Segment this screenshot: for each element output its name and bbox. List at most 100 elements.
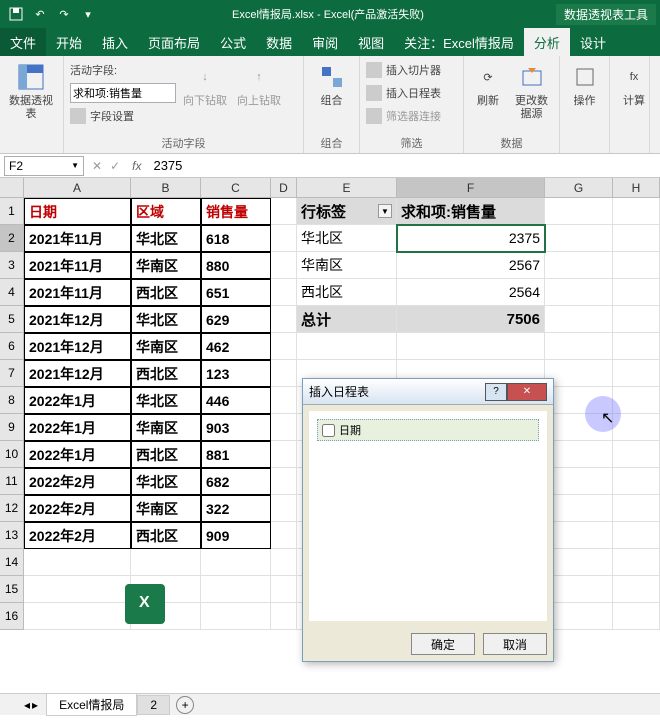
menu-analyze[interactable]: 分析 [524,28,570,56]
data-date[interactable]: 2022年1月 [24,441,131,468]
row-header[interactable]: 6 [0,333,24,360]
data-sales[interactable]: 123 [201,360,271,387]
pivot-row-label[interactable]: 华南区 [297,252,397,279]
col-header[interactable]: E [297,178,397,198]
row-header[interactable]: 5 [0,306,24,333]
data-sales[interactable]: 909 [201,522,271,549]
col-header[interactable]: F [397,178,545,198]
add-sheet-button[interactable]: + [176,696,194,714]
data-region[interactable]: 华南区 [131,495,201,522]
qat-dropdown-icon[interactable]: ▾ [76,3,100,25]
cell[interactable] [545,522,613,549]
row-header[interactable]: 4 [0,279,24,306]
row-header[interactable]: 3 [0,252,24,279]
data-sales[interactable]: 618 [201,225,271,252]
cell[interactable] [545,495,613,522]
cell[interactable] [545,576,613,603]
row-header[interactable]: 14 [0,549,24,576]
cell[interactable] [545,198,613,225]
pivot-table-button[interactable]: 数据透视表 [6,59,56,123]
menu-file[interactable]: 文件 [0,28,46,56]
menu-home[interactable]: 开始 [46,28,92,56]
data-region[interactable]: 华南区 [131,252,201,279]
menu-view[interactable]: 视图 [348,28,394,56]
cell[interactable] [613,360,660,387]
data-date[interactable]: 2021年11月 [24,252,131,279]
col-header[interactable]: H [613,178,660,198]
data-region[interactable]: 华北区 [131,387,201,414]
dialog-titlebar[interactable]: 插入日程表 ? ✕ [303,379,553,405]
pivot-value[interactable]: 2564 [397,279,545,306]
data-sales[interactable]: 682 [201,468,271,495]
data-date[interactable]: 2022年2月 [24,495,131,522]
data-sales[interactable]: 880 [201,252,271,279]
menu-formulas[interactable]: 公式 [210,28,256,56]
field-settings-button[interactable]: 字段设置 [70,105,176,127]
refresh-button[interactable]: ⟳ 刷新 [470,59,506,110]
cell[interactable] [271,306,297,333]
pivot-row-label[interactable]: 华北区 [297,225,397,252]
data-sales[interactable]: 629 [201,306,271,333]
cell[interactable] [271,468,297,495]
insert-timeline-button[interactable]: 插入日程表 [366,82,441,104]
insert-slicer-button[interactable]: 插入切片器 [366,59,441,81]
redo-icon[interactable]: ↷ [52,3,76,25]
pivot-total-label[interactable]: 总计 [297,306,397,333]
pivot-row-label[interactable]: 西北区 [297,279,397,306]
cell[interactable] [271,198,297,225]
data-region[interactable]: 华北区 [131,468,201,495]
cell[interactable] [271,495,297,522]
row-header[interactable]: 11 [0,468,24,495]
menu-data[interactable]: 数据 [256,28,302,56]
cell[interactable] [271,603,297,630]
cell[interactable] [271,576,297,603]
data-region[interactable]: 西北区 [131,522,201,549]
data-date[interactable]: 2021年12月 [24,360,131,387]
cell[interactable] [271,360,297,387]
data-date[interactable]: 2021年11月 [24,279,131,306]
data-region[interactable]: 西北区 [131,279,201,306]
select-all-corner[interactable] [0,178,24,198]
data-date[interactable]: 2021年12月 [24,306,131,333]
header-region[interactable]: 区域 [131,198,201,225]
row-header[interactable]: 15 [0,576,24,603]
data-date[interactable]: 2022年1月 [24,387,131,414]
data-date[interactable]: 2021年11月 [24,225,131,252]
cell[interactable] [545,225,613,252]
menu-review[interactable]: 审阅 [302,28,348,56]
actions-button[interactable]: 操作 [566,59,603,110]
cell[interactable] [201,549,271,576]
row-header[interactable]: 1 [0,198,24,225]
cell[interactable] [271,441,297,468]
row-header[interactable]: 9 [0,414,24,441]
row-header[interactable]: 8 [0,387,24,414]
data-sales[interactable]: 322 [201,495,271,522]
active-field-input[interactable] [70,83,176,103]
timeline-field-item[interactable]: 日期 [317,419,539,441]
help-icon[interactable]: ? [485,383,507,401]
cell[interactable] [613,468,660,495]
cell[interactable] [545,279,613,306]
cell[interactable] [271,279,297,306]
cell[interactable] [613,549,660,576]
change-source-button[interactable]: 更改数据源 [510,59,553,123]
ok-button[interactable]: 确定 [411,633,475,655]
cell[interactable] [201,576,271,603]
data-date[interactable]: 2021年12月 [24,333,131,360]
col-header[interactable]: C [201,178,271,198]
menu-insert[interactable]: 插入 [92,28,138,56]
sheet-nav-first-icon[interactable]: ◂ [24,698,30,712]
pivot-value[interactable]: 2567 [397,252,545,279]
cell[interactable] [613,225,660,252]
cell[interactable] [271,252,297,279]
group-button[interactable]: 组合 [310,59,353,110]
formula-input[interactable] [149,158,660,173]
cell[interactable] [613,198,660,225]
enter-formula-icon[interactable]: ✓ [110,159,120,173]
row-header[interactable]: 10 [0,441,24,468]
cell[interactable] [545,603,613,630]
row-header[interactable]: 13 [0,522,24,549]
undo-icon[interactable]: ↶ [28,3,52,25]
cell[interactable] [24,549,131,576]
cell[interactable] [613,441,660,468]
